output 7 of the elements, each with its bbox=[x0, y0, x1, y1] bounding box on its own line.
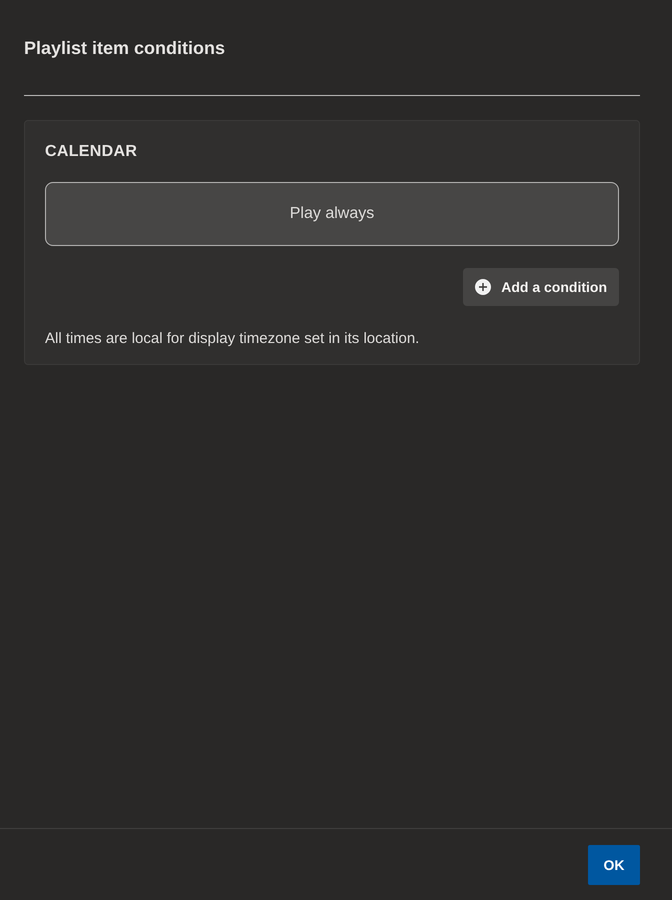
timezone-note: All times are local for display timezone set in its location. bbox=[45, 329, 420, 349]
ok-button[interactable]: OK bbox=[588, 845, 640, 885]
dialog-title: Playlist item conditions bbox=[24, 37, 226, 60]
add-condition-button[interactable]: Add a condition bbox=[463, 268, 619, 306]
section-heading: CALENDAR bbox=[45, 142, 138, 162]
condition-summary[interactable]: Play always bbox=[45, 182, 619, 246]
plus-circle-icon bbox=[475, 279, 492, 295]
